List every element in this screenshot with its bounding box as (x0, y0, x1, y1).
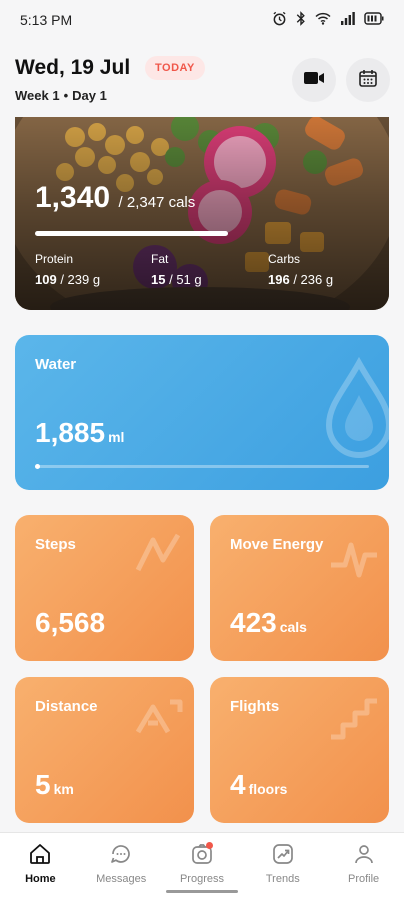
calories-progress-bar (35, 231, 228, 236)
steps-title: Steps (35, 536, 76, 553)
home-icon (27, 841, 53, 867)
distance-unit: km (53, 781, 74, 797)
distance-value-row: 5 km (35, 769, 74, 801)
nav-label: Trends (265, 873, 300, 885)
status-icons (272, 11, 384, 29)
move-energy-icon (331, 542, 377, 578)
macro-goal: / 239 g (60, 272, 101, 287)
week-day-separator: • (63, 88, 69, 103)
water-drop-icon (325, 356, 389, 458)
macro-carbs: Carbs 196 / 236 g (268, 252, 333, 287)
nav-label: Home (25, 873, 56, 885)
notification-dot (205, 842, 213, 849)
move-energy-card[interactable]: Move Energy 423 cals (210, 515, 389, 661)
macro-amount: 15 (151, 272, 166, 287)
distance-icon (135, 699, 183, 734)
macro-label: Carbs (268, 252, 301, 266)
flights-value: 4 (230, 769, 246, 800)
move-energy-unit: cals (279, 619, 307, 635)
macro-goal: / 51 g (169, 272, 202, 287)
water-value: 1,885 (35, 417, 106, 448)
profile-icon (351, 841, 377, 867)
move-energy-value: 423 (230, 607, 277, 638)
nav-label: Profile (347, 873, 380, 885)
macro-value: 15 / 51 g (151, 272, 202, 287)
macro-amount: 196 (268, 272, 290, 287)
water-card[interactable]: Water 1,885 ml (15, 335, 389, 490)
steps-card[interactable]: Steps 6,568 (15, 515, 194, 661)
wifi-icon (315, 12, 331, 28)
calories-summary: 1,340 / 2,347 cals (35, 181, 195, 215)
macro-label: Fat (151, 252, 169, 266)
video-button[interactable] (292, 58, 336, 102)
macro-goal: / 236 g (293, 272, 334, 287)
water-progress-fill (35, 464, 40, 469)
flights-unit: floors (248, 781, 288, 797)
bluetooth-icon (296, 11, 306, 29)
progress-icon (189, 841, 215, 867)
steps-icon (135, 533, 181, 572)
status-bar: 5:13 PM (0, 0, 404, 40)
flights-card[interactable]: Flights 4 floors (210, 677, 389, 823)
distance-value: 5 (35, 769, 51, 800)
water-value-row: 1,885 ml (35, 417, 124, 449)
flights-title: Flights (230, 698, 280, 715)
header: Wed, 19 Jul TODAY Week 1 • Day 1 (0, 48, 404, 112)
signal-icon (340, 12, 355, 28)
flights-value-row: 4 floors (230, 769, 287, 801)
messages-icon (108, 841, 134, 867)
nav-label: Progress (179, 873, 224, 885)
day-label: Day 1 (72, 88, 107, 103)
status-time: 5:13 PM (20, 12, 73, 28)
water-unit: ml (108, 429, 125, 445)
video-camera-icon (303, 70, 325, 91)
steps-value-row: 6,568 (35, 607, 105, 639)
water-progress-track (35, 464, 369, 469)
calories-goal: / 2,347 cals (118, 194, 196, 211)
macro-amount: 109 (35, 272, 57, 287)
distance-card[interactable]: Distance 5 km (15, 677, 194, 823)
calendar-button[interactable] (346, 58, 390, 102)
today-badge[interactable]: TODAY (145, 56, 205, 80)
macro-value: 196 / 236 g (268, 272, 333, 287)
battery-icon (364, 12, 384, 28)
calendar-icon (358, 68, 378, 93)
nav-item-profile[interactable]: Profile (323, 833, 404, 901)
move-energy-title: Move Energy (230, 536, 324, 553)
home-indicator[interactable] (166, 890, 238, 893)
distance-title: Distance (35, 698, 98, 715)
move-energy-value-row: 423 cals (230, 607, 307, 639)
nav-item-messages[interactable]: Messages (81, 833, 162, 901)
water-title: Water (35, 356, 77, 373)
page-title[interactable]: Wed, 19 Jul (15, 56, 130, 80)
trends-icon (270, 841, 296, 867)
macro-protein: Protein 109 / 239 g (35, 252, 100, 287)
week-label: Week 1 (15, 88, 60, 103)
nav-item-home[interactable]: Home (0, 833, 81, 901)
nav-label: Messages (96, 873, 147, 885)
macro-label: Protein (35, 252, 74, 266)
calories-value: 1,340 (35, 181, 111, 214)
macro-value: 109 / 239 g (35, 272, 100, 287)
steps-value: 6,568 (35, 607, 106, 638)
nav-item-trends[interactable]: Trends (242, 833, 323, 901)
calories-card[interactable]: 1,340 / 2,347 cals Protein 109 / 239 g F… (15, 117, 389, 310)
alarm-icon (272, 11, 287, 29)
flights-icon (331, 698, 377, 740)
week-day-label: Week 1 • Day 1 (15, 88, 107, 103)
macro-fat: Fat 15 / 51 g (151, 252, 202, 287)
